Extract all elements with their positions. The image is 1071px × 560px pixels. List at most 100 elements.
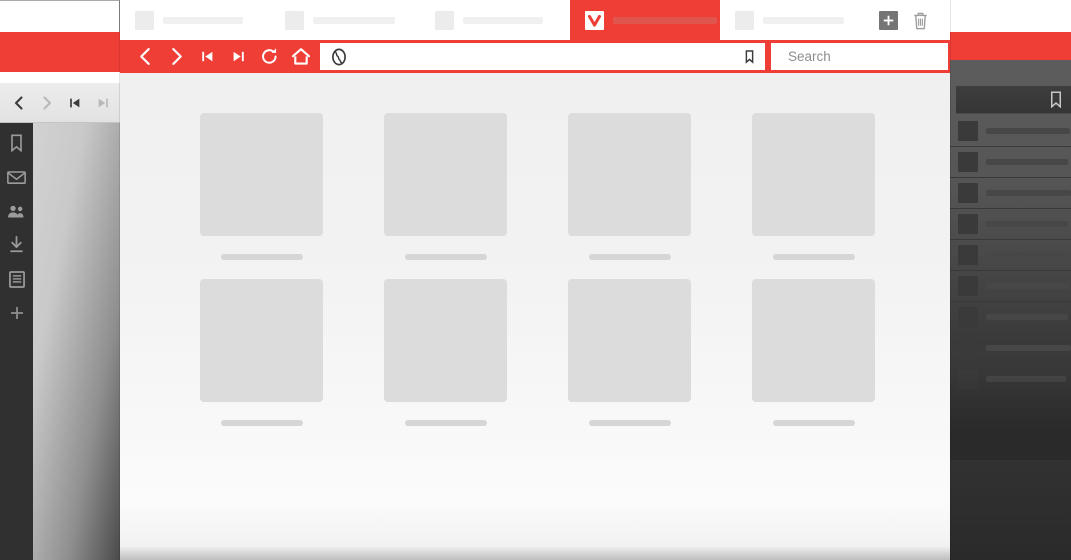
home-button[interactable]: [285, 41, 316, 72]
placeholder-title-bar: [986, 376, 1066, 382]
speed-dial-label-placeholder: [588, 420, 671, 426]
speed-dial-thumbnail[interactable]: [200, 113, 323, 236]
vivaldi-logo-icon: [585, 10, 604, 30]
sidebar-item-add-panel[interactable]: [3, 301, 31, 325]
speed-dial-tile-6[interactable]: [384, 279, 507, 426]
speed-dial-tile-2[interactable]: [384, 113, 507, 260]
background-panel-row[interactable]: [950, 240, 1071, 271]
tab-title-placeholder: [613, 16, 717, 24]
background-panel-row[interactable]: [950, 364, 1071, 395]
chevron-right-icon: [172, 48, 182, 65]
chevron-right-icon: [43, 95, 52, 110]
notes-icon: [8, 270, 25, 288]
plus-icon: [883, 15, 894, 25]
people-icon: [8, 205, 24, 218]
speed-dial-grid: [200, 113, 876, 426]
rewind-button[interactable]: [192, 41, 223, 72]
forward-button[interactable]: [161, 41, 192, 72]
tab-4-active[interactable]: [570, 0, 720, 40]
bookmark-icon: [1050, 91, 1062, 108]
chevron-left-icon: [14, 95, 23, 110]
back-button[interactable]: [130, 41, 161, 72]
background-fast-forward-button[interactable]: [90, 90, 116, 116]
tab-1[interactable]: [120, 0, 270, 40]
speed-dial-tile-8[interactable]: [752, 279, 875, 426]
speed-dial-label-placeholder: [772, 254, 855, 260]
speed-dial-tile-4[interactable]: [752, 113, 875, 260]
speed-dial-label-placeholder: [404, 254, 487, 260]
placeholder-favicon: [958, 338, 978, 358]
speed-dial-tile-7[interactable]: [568, 279, 691, 426]
search-input[interactable]: [788, 43, 965, 70]
placeholder-favicon: [958, 214, 978, 234]
speed-dial-thumbnail[interactable]: [384, 279, 507, 402]
speed-dial-label-placeholder: [220, 420, 303, 426]
tab-title-placeholder: [763, 16, 844, 24]
tab-3[interactable]: [420, 0, 570, 40]
skip-forward-icon: [233, 51, 244, 62]
speed-dial-thumbnail[interactable]: [752, 279, 875, 402]
background-rewind-button[interactable]: [62, 90, 88, 116]
background-panel-row[interactable]: [950, 209, 1071, 240]
speed-dial-label-placeholder: [772, 420, 855, 426]
speed-dial-tile-5[interactable]: [200, 279, 323, 426]
tab-title-placeholder: [463, 16, 543, 24]
speed-dial-thumbnail[interactable]: [384, 113, 507, 236]
fast-forward-button[interactable]: [223, 41, 254, 72]
speed-dial-thumbnail[interactable]: [752, 113, 875, 236]
placeholder-favicon: [958, 276, 978, 296]
placeholder-title-bar: [986, 190, 1071, 196]
skip-back-icon: [70, 98, 80, 107]
placeholder-favicon: [958, 152, 978, 172]
tab-bar-actions: [879, 0, 950, 40]
background-panel-row[interactable]: [950, 302, 1071, 333]
sidebar-item-notes[interactable]: [3, 267, 31, 291]
speed-dial-thumbnail[interactable]: [568, 279, 691, 402]
speed-dial-tile-3[interactable]: [568, 113, 691, 260]
sidebar-item-contacts[interactable]: [3, 199, 31, 223]
background-panel-row[interactable]: [950, 116, 1071, 147]
trash-button[interactable]: [910, 9, 930, 31]
skip-forward-icon: [98, 98, 108, 107]
placeholder-favicon: [958, 369, 978, 389]
new-tab-button[interactable]: [879, 10, 898, 30]
speed-dial-thumbnail[interactable]: [568, 113, 691, 236]
navigation-toolbar: [120, 40, 965, 73]
background-forward-button[interactable]: [34, 90, 60, 116]
speed-dial-thumbnail[interactable]: [200, 279, 323, 402]
background-panel-row[interactable]: [950, 178, 1071, 209]
background-window-side-panel: [0, 123, 33, 560]
reload-icon: [262, 48, 277, 64]
tab-5[interactable]: [720, 0, 870, 40]
background-panel-row[interactable]: [950, 147, 1071, 178]
reload-button[interactable]: [254, 41, 285, 72]
placeholder-title-bar: [986, 252, 1066, 258]
envelope-icon: [7, 170, 26, 184]
trash-icon: [913, 12, 927, 29]
tab-strip: [120, 0, 870, 40]
placeholder-favicon: [958, 307, 978, 327]
home-icon: [291, 48, 310, 65]
tab-title-placeholder: [313, 16, 395, 24]
sidebar-item-mail[interactable]: [3, 165, 31, 189]
bookmark-icon[interactable]: [743, 49, 756, 65]
tab-bar: [120, 0, 950, 40]
download-icon: [10, 236, 23, 253]
placeholder-title-bar: [986, 159, 1068, 165]
placeholder-title-bar: [986, 314, 1068, 320]
search-field[interactable]: [771, 43, 965, 70]
background-right-panel-list: [950, 116, 1071, 396]
globe-icon: [332, 48, 346, 65]
sidebar-item-downloads[interactable]: [3, 233, 31, 257]
background-panel-row[interactable]: [950, 271, 1071, 302]
speed-dial-tile-1[interactable]: [200, 113, 323, 260]
sidebar-item-bookmarks[interactable]: [3, 131, 31, 155]
placeholder-favicon: [958, 183, 978, 203]
background-back-button[interactable]: [6, 90, 32, 116]
placeholder-favicon: [958, 121, 978, 141]
plus-icon: [10, 307, 23, 319]
address-bar[interactable]: [320, 43, 765, 70]
background-panel-row[interactable]: [950, 333, 1071, 364]
tab-2[interactable]: [270, 0, 420, 40]
address-input[interactable]: [354, 44, 737, 69]
